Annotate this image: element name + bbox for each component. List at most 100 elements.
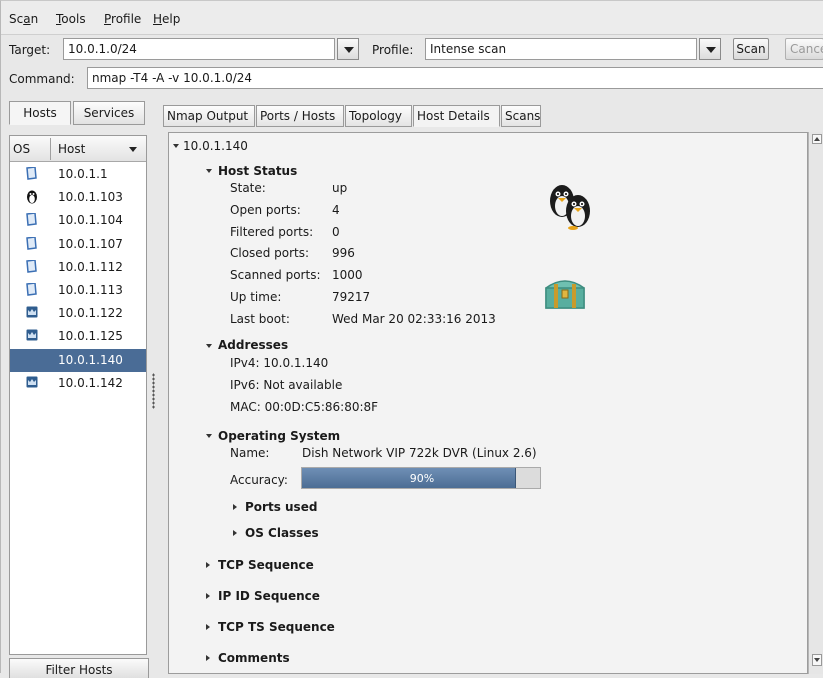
expander-closed-icon[interactable]	[233, 504, 237, 510]
host-row[interactable]: 10.0.1.125	[10, 325, 146, 348]
tab-scans[interactable]: Scans	[501, 105, 541, 127]
column-host[interactable]: Host	[58, 142, 85, 156]
treasure-chest-icon	[545, 280, 585, 309]
profile-dropdown-button[interactable]	[699, 38, 721, 60]
host-row[interactable]: 10.0.1.104	[10, 209, 146, 232]
tab-host-details[interactable]: Host Details	[413, 105, 500, 127]
profile-label: Profile:	[372, 43, 414, 57]
menu-scan[interactable]: Scan	[9, 12, 38, 26]
host-details-panel: 10.0.1.140 Host Status State: up Open port…	[168, 132, 808, 674]
profile-select[interactable]: Intense scan	[425, 38, 697, 60]
status-key: Scanned ports:	[230, 268, 321, 283]
menu-profile[interactable]: Profile	[104, 12, 141, 26]
command-input[interactable]: nmap -T4 -A -v 10.0.1.0/24	[87, 67, 823, 89]
section-host-status[interactable]: Host Status	[218, 164, 297, 178]
host-ip: 10.0.1.142	[58, 375, 123, 390]
expander-open-icon[interactable]	[173, 144, 179, 148]
pane-resize-handle[interactable]	[152, 373, 155, 409]
host-address-title: 10.0.1.140	[183, 139, 248, 153]
macos-icon	[26, 306, 38, 319]
ipv6-value: IPv6: Not available	[230, 378, 343, 392]
menu-scan-mnemonic: a	[23, 12, 31, 26]
expander-open-icon[interactable]	[206, 169, 212, 173]
target-dropdown-button[interactable]	[337, 38, 359, 60]
os-name-value: Dish Network VIP 722k DVR (Linux 2.6)	[302, 446, 537, 460]
expander-closed-icon[interactable]	[206, 655, 210, 661]
status-key: Filtered ports:	[230, 224, 314, 239]
menu-profile-text: rofile	[111, 12, 142, 26]
expander-open-icon[interactable]	[206, 344, 212, 348]
host-row[interactable]: 10.0.1.103	[10, 186, 146, 209]
target-input[interactable]: 10.0.1.0/24	[63, 38, 335, 60]
tab-hosts[interactable]: Hosts	[9, 101, 71, 125]
host-row[interactable]: 10.0.1.107	[10, 233, 146, 256]
generic-os-icon	[26, 282, 38, 296]
scroll-down-icon[interactable]	[812, 654, 822, 666]
section-tcp-ts-sequence[interactable]: TCP TS Sequence	[218, 620, 335, 634]
host-row[interactable]: 10.0.1.140	[10, 348, 146, 372]
status-value: 1000	[332, 268, 363, 283]
host-row[interactable]: 10.0.1.142	[10, 372, 146, 395]
linux-penguin-icon	[550, 185, 590, 230]
host-ip: 10.0.1.112	[58, 259, 123, 274]
host-row[interactable]: 10.0.1.1	[10, 163, 146, 186]
status-value: up	[332, 181, 348, 195]
status-key: Last boot:	[230, 311, 290, 326]
menu-tools[interactable]: Tools	[56, 12, 86, 26]
linux-penguin-icon	[26, 353, 38, 367]
mac-value: MAC: 00:0D:C5:86:80:8F	[230, 400, 379, 414]
menu-profile-mnemonic: P	[104, 12, 112, 26]
menu-help[interactable]: Help	[153, 12, 180, 26]
expander-closed-icon[interactable]	[206, 624, 210, 630]
section-addresses[interactable]: Addresses	[218, 338, 288, 352]
scroll-up-icon[interactable]	[812, 134, 822, 144]
status-value: 79217	[332, 290, 371, 304]
accuracy-progress-bar: 90%	[301, 467, 541, 489]
column-os[interactable]: OS	[13, 142, 30, 156]
menu-help-mnemonic: H	[153, 12, 163, 26]
menu-bar: Scan Tools Profile Help	[1, 1, 823, 35]
host-row[interactable]: 10.0.1.122	[10, 302, 146, 325]
host-row[interactable]: 10.0.1.113	[10, 279, 146, 302]
tab-ports-hosts[interactable]: Ports / Hosts	[256, 105, 344, 127]
status-value: Wed Mar 20 02:33:16 2013	[332, 311, 496, 326]
generic-os-icon	[26, 235, 38, 250]
generic-os-icon	[26, 166, 38, 180]
tab-topology[interactable]: Topology	[345, 105, 412, 127]
host-ip: 10.0.1.125	[58, 329, 123, 344]
section-operating-system[interactable]: Operating System	[218, 429, 340, 443]
section-comments[interactable]: Comments	[218, 651, 290, 665]
accuracy-percent: 90%	[409, 472, 435, 485]
filter-hosts-button[interactable]: Filter Hosts	[9, 658, 149, 678]
section-ports-used[interactable]: Ports used	[245, 500, 317, 514]
expander-closed-icon[interactable]	[233, 530, 237, 536]
status-value: 996	[332, 246, 355, 261]
expander-open-icon[interactable]	[206, 434, 212, 438]
tab-nmap-output[interactable]: Nmap Output	[163, 105, 255, 127]
host-ip: 10.0.1.103	[58, 190, 123, 205]
section-tcp-sequence[interactable]: TCP Sequence	[218, 558, 314, 572]
status-key: Open ports:	[230, 202, 301, 217]
menu-scan-text-a: Sc	[9, 12, 24, 26]
host-ip: 10.0.1.113	[58, 283, 123, 297]
menu-help-text: elp	[162, 12, 181, 26]
scan-button[interactable]: Scan	[733, 38, 769, 60]
section-os-classes[interactable]: OS Classes	[245, 526, 319, 540]
host-row[interactable]: 10.0.1.112	[10, 256, 146, 279]
generic-os-icon	[26, 212, 38, 227]
status-value: 4	[332, 202, 340, 217]
macos-icon	[26, 376, 38, 389]
expander-closed-icon[interactable]	[206, 593, 210, 599]
target-label: Target:	[9, 43, 51, 57]
expander-closed-icon[interactable]	[206, 562, 210, 568]
section-ip-id-sequence[interactable]: IP ID Sequence	[218, 589, 320, 603]
sort-caret-icon[interactable]	[129, 147, 137, 152]
ipv4-value: IPv4: 10.0.1.140	[230, 356, 329, 370]
cancel-button[interactable]: Cancel	[785, 38, 823, 60]
status-key: State:	[230, 181, 266, 195]
tab-services[interactable]: Services	[73, 101, 145, 125]
host-list-header: OS Host	[10, 136, 146, 162]
column-separator	[50, 138, 51, 160]
details-scrollbar[interactable]	[808, 132, 823, 674]
command-label: Command:	[9, 72, 75, 86]
